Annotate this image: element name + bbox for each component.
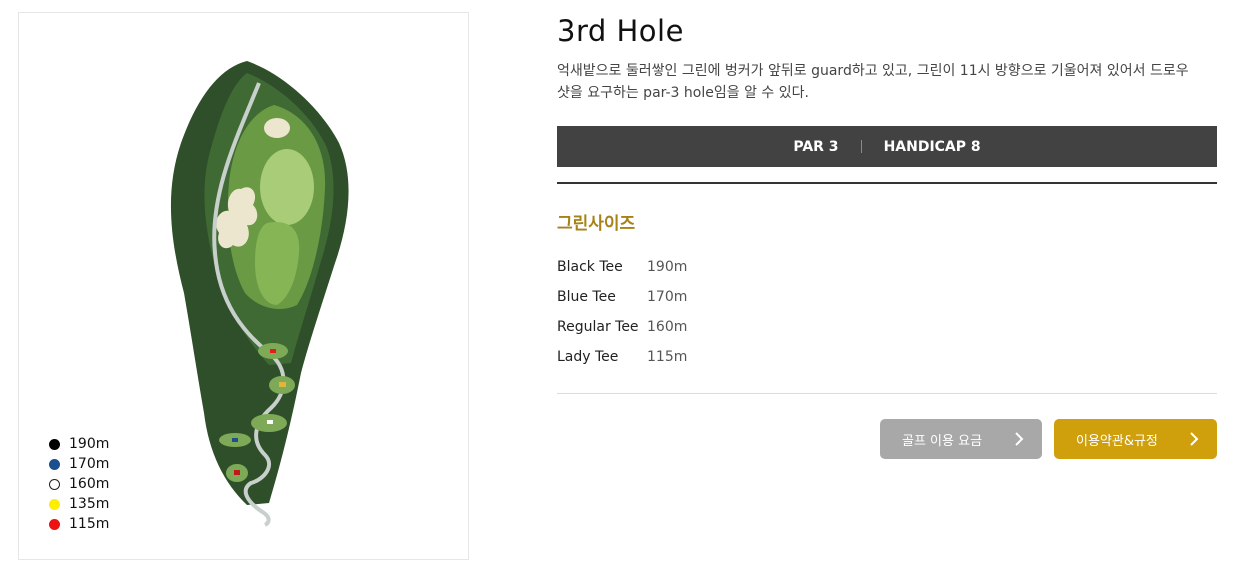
tee-name: Blue Tee (557, 289, 616, 305)
legend-item: 160m (49, 474, 109, 494)
tee-distance: 190m (647, 259, 688, 275)
legend-dot-icon (49, 458, 60, 470)
legend-item: 190m (49, 434, 109, 454)
section-divider (557, 182, 1217, 184)
tee-row: Black Tee 190m (557, 252, 687, 282)
golf-fee-button-label: 골프 이용 요금 (902, 433, 983, 449)
legend-dot-icon (49, 478, 60, 490)
chevron-right-icon (1189, 431, 1199, 450)
tee-row: Regular Tee 160m (557, 312, 687, 342)
terms-rules-button[interactable]: 이용약관&규정 (1054, 419, 1217, 459)
tee-distance-list: Black Tee 190m Blue Tee 170m Regular Tee 16… (557, 252, 687, 372)
legend-label: 170m (69, 456, 110, 472)
tee-distance: 115m (647, 349, 688, 365)
legend-label: 135m (69, 496, 110, 512)
hole-description: 억새밭으로 둘러쌓인 그린에 벙커가 앞뒤로 guard하고 있고, 그린이 1… (557, 63, 1189, 101)
legend-item: 170m (49, 454, 109, 474)
green-size-heading: 그린사이즈 (557, 214, 636, 234)
handicap-label: HANDICAP 8 (883, 138, 981, 155)
tee-distance: 170m (647, 289, 688, 305)
tee-marker-red (270, 349, 276, 353)
tee-row: Lady Tee 115m (557, 342, 687, 372)
chevron-right-icon (1014, 431, 1024, 450)
legend-label: 115m (69, 516, 110, 532)
putting-green (260, 149, 314, 225)
tee-name: Black Tee (557, 259, 623, 275)
course-map-panel: 190m 170m 160m 135m 115m (18, 12, 469, 560)
tee-name: Regular Tee (557, 319, 639, 335)
tee-distance: 160m (647, 319, 688, 335)
hole-title: 3rd Hole (557, 14, 684, 48)
tee-distance-legend: 190m 170m 160m 135m 115m (49, 434, 109, 534)
tee-row: Blue Tee 170m (557, 282, 687, 312)
par-handicap-bar: PAR 3 HANDICAP 8 (557, 126, 1217, 167)
par-label: PAR 3 (793, 138, 839, 155)
tee-marker-blue (232, 438, 238, 442)
legend-label: 190m (69, 436, 110, 452)
tee-marker-white (267, 420, 273, 424)
legend-label: 160m (69, 476, 110, 492)
legend-item: 135m (49, 494, 109, 514)
terms-rules-button-label: 이용약관&규정 (1076, 433, 1158, 449)
golf-fee-button[interactable]: 골프 이용 요금 (880, 419, 1042, 459)
legend-dot-icon (49, 498, 60, 510)
bottom-divider (557, 393, 1217, 394)
tee-name: Lady Tee (557, 349, 619, 365)
bar-divider (860, 140, 862, 153)
tee-marker-yellow (279, 382, 286, 387)
legend-item: 115m (49, 514, 109, 534)
legend-dot-icon (49, 518, 60, 530)
tee-marker-black (234, 470, 240, 475)
bunker-back (264, 118, 290, 138)
legend-dot-icon (49, 438, 60, 450)
